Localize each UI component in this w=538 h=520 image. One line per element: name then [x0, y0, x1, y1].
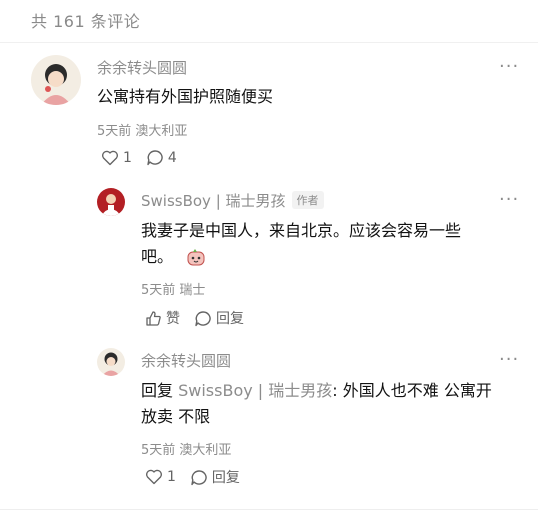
reply-text-line-2: 吧。	[141, 244, 511, 270]
like-count: 1	[167, 469, 176, 485]
reply-actions: 1 回复	[145, 467, 254, 487]
reply-meta: 5天前 澳大利亚	[141, 439, 231, 458]
reply-text-end: 放卖 不限	[141, 407, 211, 426]
reply-location: 澳大利亚	[179, 443, 232, 458]
comment-location: 澳大利亚	[135, 124, 188, 139]
reply-prefix: 回复	[141, 381, 174, 400]
comment-meta: 5天前 澳大利亚	[97, 120, 187, 139]
avatar[interactable]	[97, 188, 125, 216]
thumbs-up-icon	[146, 310, 161, 326]
like-button[interactable]: 1	[145, 469, 176, 485]
reply-username[interactable]: 余余转头圆圆	[141, 350, 231, 371]
comment-username[interactable]: 余余转头圆圆	[97, 57, 187, 78]
heart-icon	[101, 150, 119, 165]
reply-button[interactable]: 回复	[194, 308, 244, 328]
reply-location: 瑞士	[179, 283, 206, 298]
divider	[0, 42, 538, 43]
comment-time: 5天前	[97, 124, 132, 139]
author-badge: 作者	[291, 191, 324, 209]
reply-username[interactable]: SwissBoy | 瑞士男孩 作者	[141, 190, 324, 211]
comment-button[interactable]: 4	[146, 149, 177, 166]
comment-text: 公寓持有外国护照随便买	[97, 87, 274, 106]
reply-to-user[interactable]: SwissBoy | 瑞士男孩	[178, 381, 332, 400]
like-button[interactable]: 1	[101, 150, 132, 166]
comment-actions: 1 4	[101, 149, 191, 166]
more-dots-icon[interactable]: ···	[499, 58, 519, 76]
comment-bubble-icon	[147, 150, 163, 166]
heart-icon	[145, 469, 163, 485]
more-dots-icon[interactable]: ···	[499, 191, 519, 209]
reply-text-start: : 外国人也不难 公寓开	[332, 381, 492, 400]
like-label: 赞	[166, 311, 180, 327]
comment-count: 共 161 条评论	[31, 12, 141, 31]
reply-label: 回复	[216, 311, 244, 327]
reply-user: SwissBoy | 瑞士男孩	[141, 192, 286, 210]
reply-text: 回复 SwissBoy | 瑞士男孩: 外国人也不难 公寓开 放卖 不限	[141, 378, 521, 430]
reply-meta: 5天前 瑞士	[141, 279, 205, 298]
divider	[0, 509, 538, 510]
avatar[interactable]	[97, 348, 125, 376]
avatar[interactable]	[31, 55, 81, 105]
reply-text-line: 我妻子是中国人，来自北京。应该会容易一些	[141, 221, 462, 240]
reply-actions: 赞 回复	[145, 308, 258, 328]
reply-text-line: 回复 SwissBoy | 瑞士男孩: 外国人也不难 公寓开	[141, 378, 521, 404]
comment-bubble-icon	[191, 469, 207, 485]
reply-time: 5天前	[141, 283, 176, 298]
reply-label: 回复	[211, 470, 240, 486]
reply-text: 我妻子是中国人，来自北京。应该会容易一些 吧。	[141, 218, 511, 270]
comment-bubble-icon	[195, 310, 211, 326]
emoji-sticker-icon	[187, 249, 205, 266]
like-count: 1	[123, 149, 132, 166]
like-button[interactable]: 赞	[145, 308, 180, 328]
reply-button[interactable]: 回复	[190, 467, 240, 487]
more-dots-icon[interactable]: ···	[499, 351, 519, 369]
reply-text-end: 吧。	[141, 247, 174, 266]
reply-count: 4	[167, 149, 177, 166]
reply-time: 5天前	[141, 443, 176, 458]
